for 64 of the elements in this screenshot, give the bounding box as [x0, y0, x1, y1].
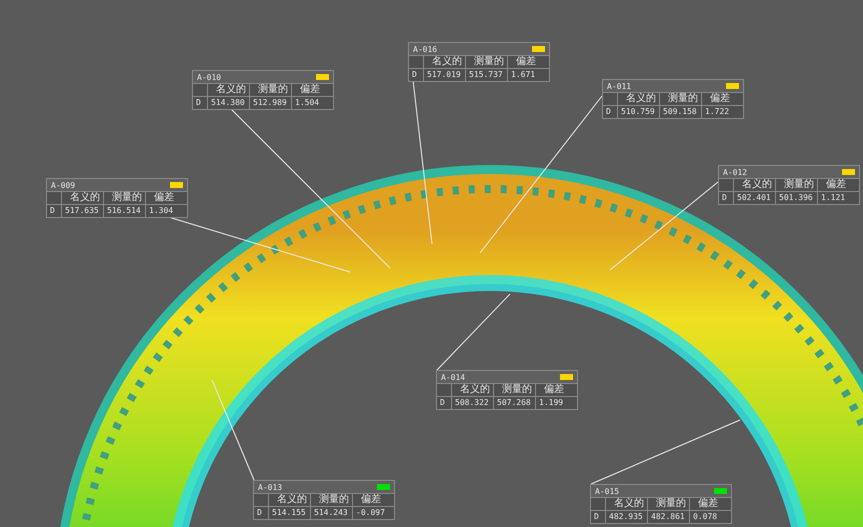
column-header: 测量的 — [249, 83, 291, 96]
table-cell: D — [591, 510, 605, 523]
table-cell: 514.380 — [207, 96, 249, 109]
table-cell: D — [47, 204, 61, 217]
callout-title: A-013 — [258, 482, 282, 492]
table-cell: 516.514 — [103, 204, 145, 217]
column-header: 偏差 — [352, 493, 394, 506]
column-header: 名义的 — [268, 493, 310, 506]
table-cell: 512.989 — [249, 96, 291, 109]
column-header: 测量的 — [775, 178, 817, 191]
table-cell: D — [193, 96, 207, 109]
table-cell: 482.861 — [647, 510, 689, 523]
column-header: 测量的 — [103, 191, 145, 204]
table-cell: 517.019 — [423, 68, 465, 81]
column-header: 名义的 — [61, 191, 103, 204]
callout-title: A-011 — [607, 82, 632, 90]
column-header: 偏差 — [701, 92, 743, 105]
table-cell: D — [409, 68, 423, 81]
column-header: 偏差 — [507, 55, 549, 68]
table-cell: 1.304 — [145, 204, 187, 217]
column-header: 名义的 — [423, 55, 465, 68]
column-header: 偏差 — [689, 497, 731, 510]
table-cell: 508.322 — [451, 396, 493, 409]
table-cell: D — [719, 191, 733, 204]
table-cell: 501.396 — [775, 191, 817, 204]
table-cell: 507.268 — [493, 396, 535, 409]
column-header: 测量的 — [659, 92, 701, 105]
table-cell: 510.759 — [617, 105, 659, 118]
table-cell: D — [603, 105, 617, 118]
column-header: 偏差 — [817, 178, 859, 191]
callout-title: A-009 — [51, 180, 76, 190]
column-header: 偏差 — [145, 191, 187, 204]
table-cell: -0.097 — [352, 506, 394, 519]
column-header: 测量的 — [465, 55, 507, 68]
table-cell: 502.401 — [733, 191, 775, 204]
callout-title: A-010 — [197, 72, 222, 82]
table-cell: 1.722 — [701, 105, 743, 118]
column-header: 名义的 — [605, 497, 647, 510]
table-cell: D — [437, 396, 451, 409]
table-cell: 517.635 — [61, 204, 103, 217]
callout-title: A-015 — [595, 486, 620, 496]
column-header: 名义的 — [207, 83, 249, 96]
table-cell: 515.737 — [465, 68, 507, 81]
column-header: 名义的 — [733, 178, 775, 191]
callout-title: A-012 — [723, 168, 748, 176]
table-cell: 514.243 — [310, 506, 352, 519]
column-header: 偏差 — [535, 383, 577, 396]
column-header: 名义的 — [451, 383, 493, 396]
table-cell: 1.504 — [291, 96, 333, 109]
column-header: 测量的 — [310, 493, 352, 506]
column-header: 测量的 — [647, 497, 689, 510]
column-header: 测量的 — [493, 383, 535, 396]
column-header: 偏差 — [291, 83, 333, 96]
table-cell: 514.155 — [268, 506, 310, 519]
table-cell: 1.121 — [817, 191, 859, 204]
table-cell: 509.158 — [659, 105, 701, 118]
table-cell: 1.671 — [507, 68, 549, 81]
callout-title: A-014 — [441, 372, 466, 382]
table-cell: 482.935 — [605, 510, 647, 523]
table-cell: D — [254, 506, 268, 519]
callout-title: A-016 — [413, 44, 438, 54]
table-cell: 0.078 — [689, 510, 731, 523]
column-header: 名义的 — [617, 92, 659, 105]
table-cell: 1.199 — [535, 396, 577, 409]
